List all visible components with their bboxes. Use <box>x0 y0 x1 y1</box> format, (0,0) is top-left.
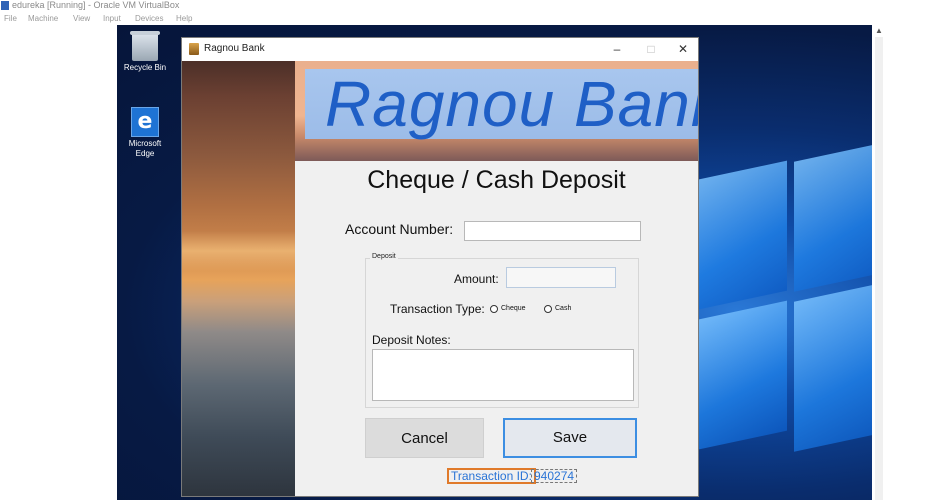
host-window-title: edureka [Running] - Oracle VM VirtualBox <box>12 0 180 10</box>
sunset-side-image <box>182 61 295 496</box>
desktop-icon-label: Microsoft Edge <box>128 139 162 158</box>
virtualbox-icon <box>1 1 9 10</box>
amount-label: Amount: <box>454 272 499 286</box>
deposit-group-label: Deposit <box>370 253 398 260</box>
host-menu-file[interactable]: File <box>4 14 17 23</box>
desktop-icon-label: Recycle Bin <box>123 63 167 72</box>
maximize-button[interactable]: □ <box>634 38 668 61</box>
host-menu-devices[interactable]: Devices <box>135 14 163 23</box>
host-menu-machine[interactable]: Machine <box>28 14 58 23</box>
edge-icon: e <box>131 107 159 137</box>
host-menu-help[interactable]: Help <box>176 14 192 23</box>
transaction-id-value: 940274 <box>531 469 578 483</box>
minimize-button[interactable]: – <box>600 38 634 61</box>
scroll-up-arrow-icon[interactable]: ▲ <box>875 26 883 35</box>
host-menubar: File Machine View Input Devices Help <box>0 12 927 25</box>
deposit-notes-textarea[interactable] <box>372 349 634 401</box>
transaction-type-label: Transaction Type: <box>390 302 485 316</box>
cheque-radio[interactable] <box>490 305 498 313</box>
account-number-label: Account Number: <box>345 221 454 237</box>
page-title: Cheque / Cash Deposit <box>367 166 626 194</box>
cheque-radio-label[interactable]: Cheque <box>501 305 526 312</box>
desktop-icon-recycle-bin[interactable]: Recycle Bin <box>117 31 173 73</box>
deposit-groupbox: Deposit Amount: Transaction Type: Cheque… <box>365 253 639 408</box>
host-menu-view[interactable]: View <box>73 14 90 23</box>
account-number-input[interactable] <box>464 221 641 241</box>
save-button[interactable]: Save <box>503 418 637 458</box>
bank-logo-text: Ragnou Bank <box>325 68 698 140</box>
desktop-icon-microsoft-edge[interactable]: e Microsoft Edge <box>117 107 173 159</box>
bank-app-icon <box>189 43 199 55</box>
close-button[interactable]: ✕ <box>666 38 698 61</box>
cancel-button[interactable]: Cancel <box>365 418 484 458</box>
ragnou-bank-window: Ragnou Bank – □ ✕ Ragnou Bank Cheque / C… <box>181 37 699 497</box>
bank-logo-banner: Ragnou Bank <box>295 61 698 161</box>
transaction-id-label: Transaction ID: <box>447 468 536 484</box>
recycle-bin-icon <box>130 31 160 61</box>
windows-logo-wallpaper <box>699 138 872 470</box>
cash-radio-label[interactable]: Cash <box>555 305 571 312</box>
cash-radio[interactable] <box>544 305 552 313</box>
host-menu-input[interactable]: Input <box>103 14 121 23</box>
window-title: Ragnou Bank <box>204 43 265 54</box>
window-titlebar[interactable]: Ragnou Bank – □ ✕ <box>182 38 698 61</box>
amount-input[interactable] <box>506 267 616 288</box>
scrollbar-track[interactable] <box>875 37 883 500</box>
deposit-notes-label: Deposit Notes: <box>372 333 451 347</box>
deposit-form: Cheque / Cash Deposit Account Number: De… <box>295 161 698 496</box>
host-titlebar: edureka [Running] - Oracle VM VirtualBox <box>0 0 927 12</box>
host-scrollbar[interactable]: ▲ <box>872 25 927 500</box>
